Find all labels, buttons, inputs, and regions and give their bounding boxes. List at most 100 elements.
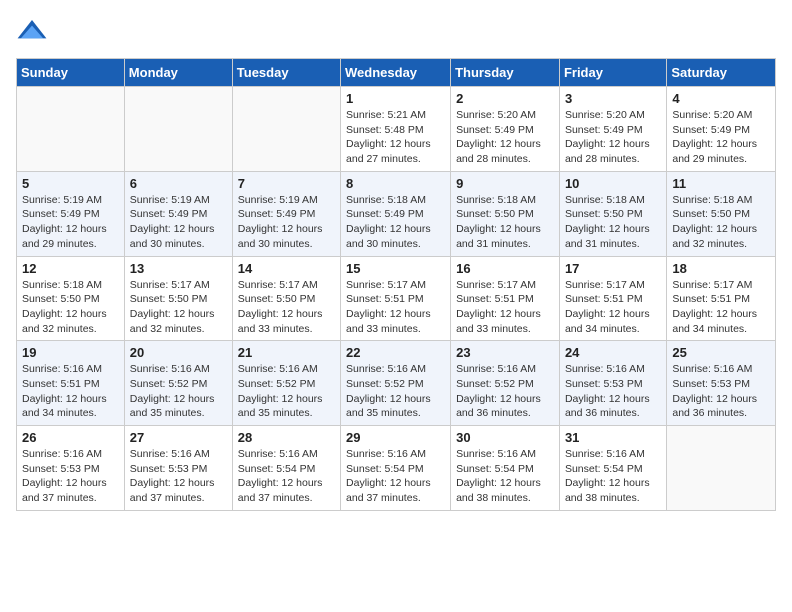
day-info: Sunrise: 5:16 AM Sunset: 5:52 PM Dayligh…	[238, 362, 335, 421]
day-number: 3	[565, 91, 661, 106]
day-info: Sunrise: 5:16 AM Sunset: 5:52 PM Dayligh…	[346, 362, 445, 421]
day-info: Sunrise: 5:16 AM Sunset: 5:51 PM Dayligh…	[22, 362, 119, 421]
day-info: Sunrise: 5:16 AM Sunset: 5:53 PM Dayligh…	[22, 447, 119, 506]
day-info: Sunrise: 5:16 AM Sunset: 5:52 PM Dayligh…	[130, 362, 227, 421]
calendar-cell: 23 Sunrise: 5:16 AM Sunset: 5:52 PM Dayli…	[451, 341, 560, 426]
calendar-week-3: 12 Sunrise: 5:18 AM Sunset: 5:50 PM Dayli…	[17, 256, 776, 341]
day-number: 20	[130, 345, 227, 360]
calendar-week-2: 5 Sunrise: 5:19 AM Sunset: 5:49 PM Daylig…	[17, 171, 776, 256]
day-info: Sunrise: 5:16 AM Sunset: 5:54 PM Dayligh…	[238, 447, 335, 506]
day-info: Sunrise: 5:18 AM Sunset: 5:50 PM Dayligh…	[22, 278, 119, 337]
day-number: 11	[672, 176, 770, 191]
calendar-header-sunday: Sunday	[17, 59, 125, 87]
day-info: Sunrise: 5:21 AM Sunset: 5:48 PM Dayligh…	[346, 108, 445, 167]
day-number: 25	[672, 345, 770, 360]
day-number: 18	[672, 261, 770, 276]
calendar-cell: 25 Sunrise: 5:16 AM Sunset: 5:53 PM Dayli…	[667, 341, 776, 426]
calendar-cell: 10Sunrise: 5:18 AM Sunset: 5:50 PM Dayli…	[559, 171, 666, 256]
calendar-cell: 20 Sunrise: 5:16 AM Sunset: 5:52 PM Dayli…	[124, 341, 232, 426]
calendar-cell: 16 Sunrise: 5:17 AM Sunset: 5:51 PM Dayli…	[451, 256, 560, 341]
calendar-week-1: 1 Sunrise: 5:21 AM Sunset: 5:48 PM Daylig…	[17, 87, 776, 172]
day-info: Sunrise: 5:20 AM Sunset: 5:49 PM Dayligh…	[456, 108, 554, 167]
day-number: 1	[346, 91, 445, 106]
day-info: Sunrise: 5:20 AM Sunset: 5:49 PM Dayligh…	[565, 108, 661, 167]
calendar-week-4: 19 Sunrise: 5:16 AM Sunset: 5:51 PM Dayli…	[17, 341, 776, 426]
day-number: 28	[238, 430, 335, 445]
calendar-header-saturday: Saturday	[667, 59, 776, 87]
day-number: 24	[565, 345, 661, 360]
day-info: Sunrise: 5:16 AM Sunset: 5:53 PM Dayligh…	[130, 447, 227, 506]
day-number: 13	[130, 261, 227, 276]
calendar-cell	[124, 87, 232, 172]
calendar-cell: 5 Sunrise: 5:19 AM Sunset: 5:49 PM Daylig…	[17, 171, 125, 256]
day-number: 7	[238, 176, 335, 191]
day-info: Sunrise: 5:16 AM Sunset: 5:54 PM Dayligh…	[565, 447, 661, 506]
day-number: 19	[22, 345, 119, 360]
day-number: 8	[346, 176, 445, 191]
calendar-week-5: 26Sunrise: 5:16 AM Sunset: 5:53 PM Dayli…	[17, 426, 776, 511]
calendar-cell: 1 Sunrise: 5:21 AM Sunset: 5:48 PM Daylig…	[341, 87, 451, 172]
day-info: Sunrise: 5:17 AM Sunset: 5:51 PM Dayligh…	[346, 278, 445, 337]
calendar-header-monday: Monday	[124, 59, 232, 87]
calendar-cell: 22 Sunrise: 5:16 AM Sunset: 5:52 PM Dayli…	[341, 341, 451, 426]
calendar-cell: 30Sunrise: 5:16 AM Sunset: 5:54 PM Dayli…	[451, 426, 560, 511]
day-info: Sunrise: 5:16 AM Sunset: 5:52 PM Dayligh…	[456, 362, 554, 421]
calendar-table: SundayMondayTuesdayWednesdayThursdayFrid…	[16, 58, 776, 511]
calendar-cell: 12 Sunrise: 5:18 AM Sunset: 5:50 PM Dayli…	[17, 256, 125, 341]
day-number: 2	[456, 91, 554, 106]
calendar-header-row: SundayMondayTuesdayWednesdayThursdayFrid…	[17, 59, 776, 87]
day-number: 31	[565, 430, 661, 445]
day-number: 6	[130, 176, 227, 191]
calendar-header-wednesday: Wednesday	[341, 59, 451, 87]
day-number: 10	[565, 176, 661, 191]
day-info: Sunrise: 5:16 AM Sunset: 5:54 PM Dayligh…	[346, 447, 445, 506]
day-info: Sunrise: 5:17 AM Sunset: 5:51 PM Dayligh…	[672, 278, 770, 337]
day-number: 21	[238, 345, 335, 360]
calendar-cell: 9 Sunrise: 5:18 AM Sunset: 5:50 PM Daylig…	[451, 171, 560, 256]
calendar-header-thursday: Thursday	[451, 59, 560, 87]
day-number: 14	[238, 261, 335, 276]
day-number: 9	[456, 176, 554, 191]
calendar-cell: 6 Sunrise: 5:19 AM Sunset: 5:49 PM Daylig…	[124, 171, 232, 256]
calendar-header-friday: Friday	[559, 59, 666, 87]
day-info: Sunrise: 5:19 AM Sunset: 5:49 PM Dayligh…	[22, 193, 119, 252]
day-info: Sunrise: 5:17 AM Sunset: 5:50 PM Dayligh…	[130, 278, 227, 337]
calendar-cell: 17 Sunrise: 5:17 AM Sunset: 5:51 PM Dayli…	[559, 256, 666, 341]
calendar-cell: 31 Sunrise: 5:16 AM Sunset: 5:54 PM Dayli…	[559, 426, 666, 511]
day-info: Sunrise: 5:16 AM Sunset: 5:53 PM Dayligh…	[565, 362, 661, 421]
logo	[16, 16, 52, 48]
page-header	[16, 16, 776, 48]
calendar-cell: 3 Sunrise: 5:20 AM Sunset: 5:49 PM Daylig…	[559, 87, 666, 172]
day-info: Sunrise: 5:18 AM Sunset: 5:49 PM Dayligh…	[346, 193, 445, 252]
day-info: Sunrise: 5:17 AM Sunset: 5:50 PM Dayligh…	[238, 278, 335, 337]
calendar-cell: 2 Sunrise: 5:20 AM Sunset: 5:49 PM Daylig…	[451, 87, 560, 172]
calendar-cell: 29Sunrise: 5:16 AM Sunset: 5:54 PM Dayli…	[341, 426, 451, 511]
day-number: 22	[346, 345, 445, 360]
day-number: 27	[130, 430, 227, 445]
calendar-cell: 21 Sunrise: 5:16 AM Sunset: 5:52 PM Dayli…	[232, 341, 340, 426]
calendar-cell: 11 Sunrise: 5:18 AM Sunset: 5:50 PM Dayli…	[667, 171, 776, 256]
day-info: Sunrise: 5:18 AM Sunset: 5:50 PM Dayligh…	[456, 193, 554, 252]
day-number: 4	[672, 91, 770, 106]
day-info: Sunrise: 5:17 AM Sunset: 5:51 PM Dayligh…	[456, 278, 554, 337]
day-number: 16	[456, 261, 554, 276]
day-number: 17	[565, 261, 661, 276]
day-info: Sunrise: 5:17 AM Sunset: 5:51 PM Dayligh…	[565, 278, 661, 337]
day-info: Sunrise: 5:18 AM Sunset: 5:50 PM Dayligh…	[672, 193, 770, 252]
day-info: Sunrise: 5:19 AM Sunset: 5:49 PM Dayligh…	[238, 193, 335, 252]
day-number: 23	[456, 345, 554, 360]
calendar-cell	[232, 87, 340, 172]
day-info: Sunrise: 5:16 AM Sunset: 5:53 PM Dayligh…	[672, 362, 770, 421]
calendar-cell: 28 Sunrise: 5:16 AM Sunset: 5:54 PM Dayli…	[232, 426, 340, 511]
calendar-cell: 4Sunrise: 5:20 AM Sunset: 5:49 PM Daylig…	[667, 87, 776, 172]
day-number: 5	[22, 176, 119, 191]
day-info: Sunrise: 5:16 AM Sunset: 5:54 PM Dayligh…	[456, 447, 554, 506]
calendar-cell: 15Sunrise: 5:17 AM Sunset: 5:51 PM Dayli…	[341, 256, 451, 341]
calendar-cell: 27 Sunrise: 5:16 AM Sunset: 5:53 PM Dayli…	[124, 426, 232, 511]
calendar-cell: 14 Sunrise: 5:17 AM Sunset: 5:50 PM Dayli…	[232, 256, 340, 341]
day-number: 12	[22, 261, 119, 276]
day-info: Sunrise: 5:19 AM Sunset: 5:49 PM Dayligh…	[130, 193, 227, 252]
calendar-cell: 18 Sunrise: 5:17 AM Sunset: 5:51 PM Dayli…	[667, 256, 776, 341]
calendar-cell: 8 Sunrise: 5:18 AM Sunset: 5:49 PM Daylig…	[341, 171, 451, 256]
calendar-cell	[17, 87, 125, 172]
